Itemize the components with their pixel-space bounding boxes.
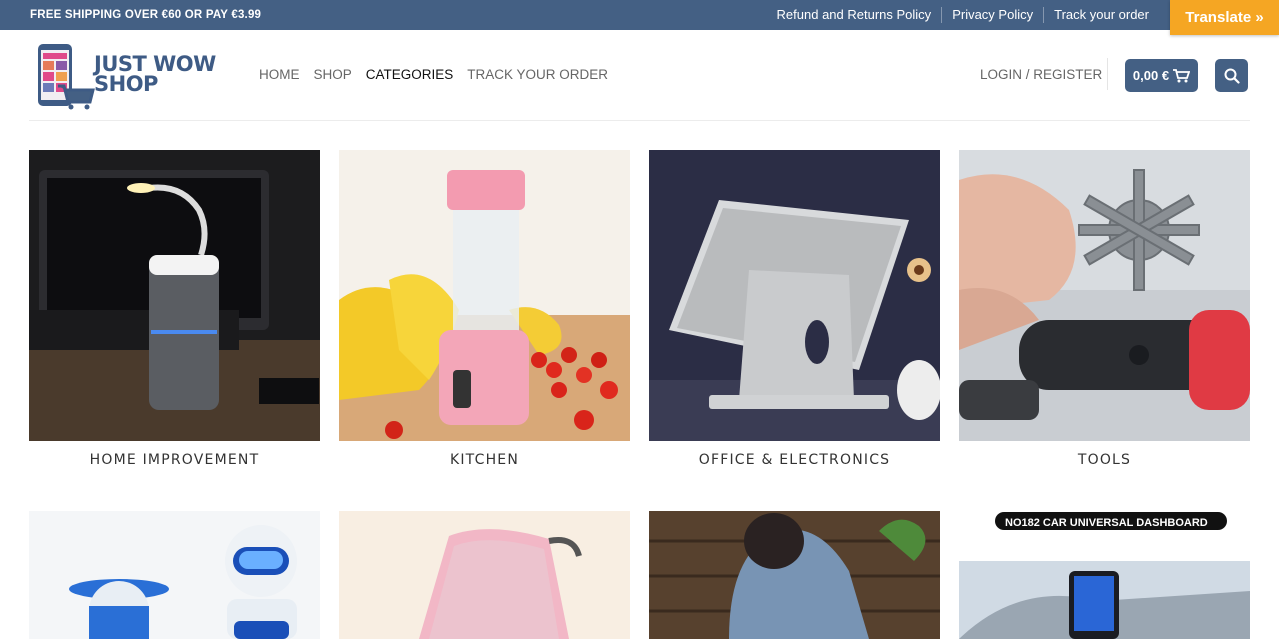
logo-line-1: JUST WOW xyxy=(94,52,216,76)
product-banner-text: NO182 CAR UNIVERSAL DASHBOARD xyxy=(1005,517,1208,529)
category-label: HOME IMPROVEMENT xyxy=(89,452,260,468)
category-label: KITCHEN xyxy=(449,452,520,468)
phone-cart-icon xyxy=(38,44,95,110)
category-image xyxy=(649,150,940,441)
nav-shop[interactable]: SHOP xyxy=(314,67,352,82)
track-order-link[interactable]: Track your order xyxy=(1044,7,1159,23)
main-nav: HOME SHOP CATEGORIES TRACK YOUR ORDER xyxy=(259,67,622,82)
search-icon xyxy=(1224,68,1240,84)
logo-line-2: SHOP xyxy=(94,72,158,96)
site-header: JUST WOW SHOP HOME SHOP CATEGORIES TRACK… xyxy=(0,30,1279,120)
category-image xyxy=(339,511,630,639)
divider xyxy=(1107,58,1108,90)
category-image xyxy=(29,150,320,441)
search-button[interactable] xyxy=(1215,59,1248,92)
login-register-link[interactable]: LOGIN / REGISTER xyxy=(980,67,1102,82)
nav-track-order[interactable]: TRACK YOUR ORDER xyxy=(467,67,608,82)
category-image: NO182 CAR UNIVERSAL DASHBOARD xyxy=(959,511,1250,639)
category-image xyxy=(29,511,320,639)
nav-categories[interactable]: CATEGORIES xyxy=(366,67,454,82)
privacy-policy-link[interactable]: Privacy Policy xyxy=(942,7,1043,23)
category-label: TOOLS xyxy=(1077,452,1132,468)
site-logo[interactable]: JUST WOW SHOP xyxy=(36,42,226,110)
free-shipping-notice: FREE SHIPPING OVER €60 OR PAY €3.99 xyxy=(30,9,262,21)
cart-total: 0,00 € xyxy=(1132,68,1170,83)
refund-policy-link[interactable]: Refund and Returns Policy xyxy=(767,7,942,23)
category-label: OFFICE & ELECTRONICS xyxy=(698,452,891,468)
category-image xyxy=(959,150,1250,441)
cart-button[interactable]: 0,00 € xyxy=(1125,59,1198,92)
top-links: Refund and Returns Policy Privacy Policy… xyxy=(767,0,1159,30)
top-bar: FREE SHIPPING OVER €60 OR PAY €3.99 Refu… xyxy=(0,0,1279,30)
category-image xyxy=(339,150,630,441)
category-image xyxy=(649,511,940,639)
nav-home[interactable]: HOME xyxy=(259,67,300,82)
header-divider xyxy=(29,120,1250,121)
cart-icon xyxy=(1173,68,1191,83)
logo-text: JUST WOW SHOP xyxy=(94,52,216,96)
